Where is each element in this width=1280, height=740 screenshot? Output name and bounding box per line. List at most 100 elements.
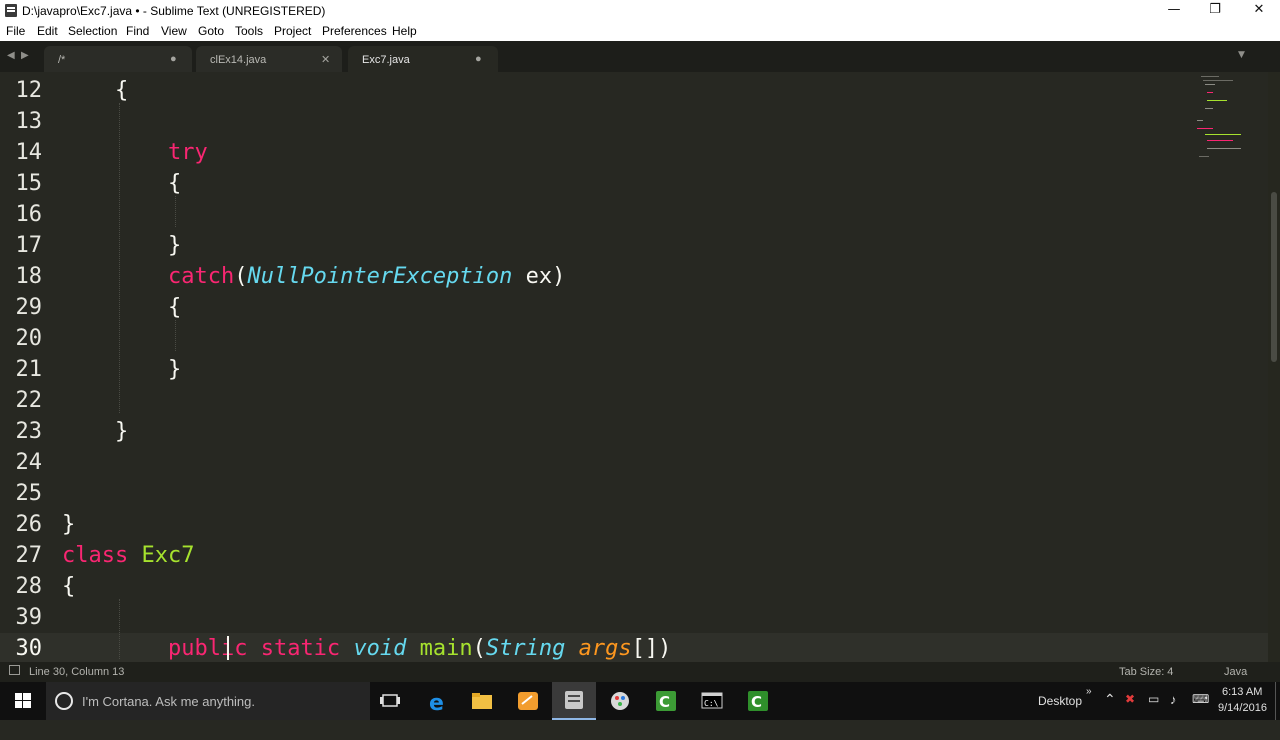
cortana-search-box[interactable]: I'm Cortana. Ask me anything. xyxy=(46,682,370,720)
indent-guide xyxy=(175,196,176,227)
code-line: class Exc7 xyxy=(62,543,194,568)
code-token: []) xyxy=(631,636,672,661)
code-line: catch(NullPointerException ex) xyxy=(62,264,565,289)
menu-find[interactable]: Find xyxy=(126,24,149,38)
close-window-button[interactable]: ✕ xyxy=(1236,0,1280,22)
menu-project[interactable]: Project xyxy=(274,24,311,38)
folder-icon xyxy=(472,693,492,709)
minimap-line xyxy=(1203,80,1233,81)
line-number-current: 30 xyxy=(15,636,43,661)
taskbar-sublime-text[interactable] xyxy=(552,682,596,720)
taskbar-command-prompt[interactable]: C:\ xyxy=(690,682,734,720)
tab-label: Exc7.java xyxy=(362,54,410,66)
code-line: } xyxy=(62,233,181,258)
vertical-scrollbar[interactable] xyxy=(1268,72,1280,662)
taskbar-camtasia-2[interactable]: C xyxy=(736,682,780,720)
taskbar-camtasia-1[interactable]: C xyxy=(644,682,688,720)
menu-selection[interactable]: Selection xyxy=(68,24,117,38)
code-token: Exc7 xyxy=(141,543,195,568)
desktop-toolbar-label[interactable]: Desktop xyxy=(1038,694,1082,732)
status-bar: Line 30, Column 13 Tab Size: 4 Java xyxy=(0,662,1280,682)
text-caret xyxy=(227,636,229,660)
show-desktop-button[interactable] xyxy=(1275,682,1280,720)
tab-size-indicator[interactable]: Tab Size: 4 xyxy=(1119,666,1173,678)
tab-clex14[interactable]: clEx14.java ✕ xyxy=(196,46,342,72)
battery-icon[interactable]: ▭ xyxy=(1148,692,1159,730)
menu-tools[interactable]: Tools xyxy=(235,24,263,38)
minimap-line xyxy=(1205,84,1215,85)
code-token: } xyxy=(167,233,182,258)
window-title: D:\javapro\Exc7.java • - Sublime Text (U… xyxy=(22,4,326,18)
taskbar-file-explorer[interactable] xyxy=(460,682,504,720)
minimap-line xyxy=(1207,140,1233,141)
start-button[interactable] xyxy=(0,682,46,720)
code-token: catch xyxy=(167,264,235,289)
line-number: 29 xyxy=(15,295,43,320)
tab-modified-dot-icon[interactable]: ● xyxy=(170,53,177,65)
code-token: args xyxy=(578,636,632,661)
tab-close-icon[interactable]: ✕ xyxy=(321,53,330,66)
line-number: 23 xyxy=(15,419,43,444)
minimap-line xyxy=(1207,148,1241,149)
code-token: } xyxy=(167,357,182,382)
menu-view[interactable]: View xyxy=(161,24,187,38)
code-line: { xyxy=(62,171,181,196)
code-token: { xyxy=(62,574,76,599)
tab-nav-right-icon[interactable]: ▶ xyxy=(21,50,29,61)
code-token: class xyxy=(62,543,129,568)
menu-preferences[interactable]: Preferences xyxy=(322,24,387,38)
line-number: 12 xyxy=(15,78,43,103)
line-number: 24 xyxy=(15,450,43,475)
minimap[interactable] xyxy=(1193,72,1259,162)
task-view-button[interactable] xyxy=(368,682,412,720)
code-line: } xyxy=(62,419,128,444)
panel-toggle-icon[interactable] xyxy=(9,665,20,675)
tab-list-dropdown-icon[interactable]: ▼ xyxy=(1238,50,1245,60)
minimap-line xyxy=(1199,156,1209,157)
code-line-current: public static void main(String args[]) xyxy=(62,636,671,661)
tab-untitled[interactable]: /* ● xyxy=(44,46,192,72)
tab-exc7[interactable]: Exc7.java ● xyxy=(348,46,498,72)
code-token: { xyxy=(167,171,182,196)
code-line: { xyxy=(62,295,181,320)
menu-file[interactable]: File xyxy=(6,24,25,38)
syntax-indicator[interactable]: Java xyxy=(1224,666,1247,678)
code-token: static xyxy=(260,636,341,661)
taskbar-store[interactable] xyxy=(506,682,550,720)
clock-date[interactable]: 9/14/2016 xyxy=(1218,702,1267,740)
code-token: { xyxy=(114,78,129,103)
menu-help[interactable]: Help xyxy=(392,24,417,38)
volume-icon[interactable]: ♪ xyxy=(1170,692,1177,730)
code-token: String xyxy=(485,636,566,661)
line-number: 17 xyxy=(15,233,43,258)
line-number: 16 xyxy=(15,202,43,227)
windows-logo-icon xyxy=(15,693,31,708)
tab-label: clEx14.java xyxy=(210,54,267,66)
minimap-line xyxy=(1205,134,1241,135)
network-status-icon[interactable]: ✖ xyxy=(1125,692,1135,730)
menu-edit[interactable]: Edit xyxy=(37,24,58,38)
code-token: } xyxy=(62,512,76,537)
code-token: ( xyxy=(234,264,248,289)
line-number: 18 xyxy=(15,264,43,289)
show-hidden-icons-icon[interactable]: ⌃ xyxy=(1104,691,1116,729)
minimap-line xyxy=(1201,76,1219,77)
menu-bar: File Edit Selection Find View Goto Tools… xyxy=(0,22,1280,41)
tab-nav-left-icon[interactable]: ◀ xyxy=(7,50,15,61)
menu-goto[interactable]: Goto xyxy=(198,24,224,38)
taskbar-edge[interactable]: e xyxy=(416,682,460,720)
indent-guide xyxy=(175,320,176,351)
maximize-button[interactable]: ❐ xyxy=(1192,0,1238,22)
code-editor[interactable]: 12 13 14 15 16 17 18 29 20 21 22 23 24 2… xyxy=(0,72,1268,662)
taskbar-paint[interactable] xyxy=(598,682,642,720)
toolbar-expand-icon[interactable]: » xyxy=(1086,686,1092,724)
minimap-line xyxy=(1207,92,1213,93)
scrollbar-thumb[interactable] xyxy=(1271,192,1277,362)
line-number: 20 xyxy=(15,326,43,351)
camtasia-recorder-icon: C xyxy=(748,691,768,711)
tab-modified-dot-icon[interactable]: ● xyxy=(475,53,482,65)
keyboard-icon[interactable]: ⌨ xyxy=(1192,692,1209,730)
code-token: } xyxy=(114,419,129,444)
minimize-button[interactable]: — xyxy=(1151,0,1197,22)
line-number: 13 xyxy=(15,109,43,134)
